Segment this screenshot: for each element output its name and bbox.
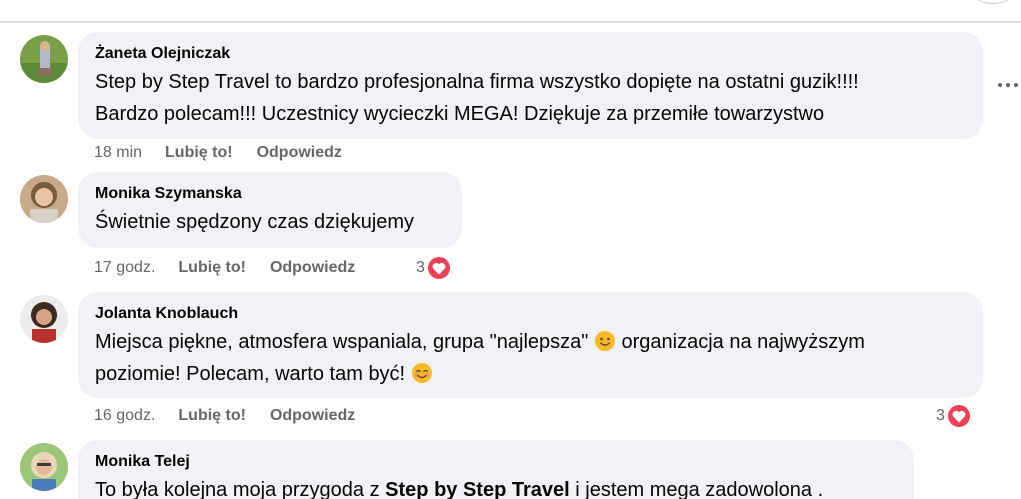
heart-reaction-icon [945, 403, 972, 429]
comment-text: Miejsca piękne, atmosfera wspaniala, gru… [95, 331, 589, 353]
comment-bubble: Monika Szymanska Świetnie spędzony czas … [78, 172, 462, 248]
comment-timestamp[interactable]: 18 min [94, 144, 142, 162]
comment-text-line: To była kolejna moja przygoda z Step by … [95, 474, 897, 499]
reply-button[interactable]: Odpowiedz [270, 259, 355, 277]
smiling-eyes-emoji [411, 363, 432, 383]
comment-text-line: Bardzo polecam!!! Uczestnicy wycieczki M… [95, 103, 825, 125]
like-button[interactable]: Lubię to! [178, 407, 246, 425]
comment-text-line: Świetnie spędzony czas dziękujemy [95, 211, 415, 233]
comment-author[interactable]: Monika Szymanska [95, 182, 445, 206]
reaction-count: 3 [416, 259, 425, 276]
comment-author[interactable]: Monika Telej [95, 450, 897, 474]
avatar[interactable] [20, 175, 68, 223]
reply-button[interactable]: Odpowiedz [270, 407, 355, 425]
comment-text: organizacja na najwyższym [621, 331, 865, 353]
page-mention-link[interactable]: Step by Step Travel [385, 479, 570, 499]
more-horizontal-icon[interactable] [998, 80, 1021, 90]
reaction-summary[interactable]: 3 [936, 403, 972, 429]
comment-text-line: Miejsca piękne, atmosfera wspaniala, gru… [95, 326, 966, 358]
avatar[interactable] [20, 443, 68, 491]
slightly-smiling-emoji [594, 331, 615, 351]
comment-actions: 17 godz. Lubię to! Odpowiedz [94, 258, 355, 278]
comment-author[interactable]: Żaneta Olejniczak [95, 42, 966, 66]
comment-author[interactable]: Jolanta Knoblauch [95, 302, 966, 326]
comment-text: i jestem mega zadowolona . [575, 479, 824, 499]
like-button[interactable]: Lubię to! [178, 259, 246, 277]
heart-reaction-icon [425, 255, 452, 281]
like-button[interactable]: Lubię to! [165, 144, 233, 162]
comment-bubble: Monika Telej To była kolejna moja przygo… [78, 440, 914, 499]
comment-bubble: Jolanta Knoblauch Miejsca piękne, atmosf… [78, 292, 983, 398]
avatar[interactable] [20, 35, 68, 83]
comment-bubble: Żaneta Olejniczak Step by Step Travel to… [78, 32, 983, 139]
avatar[interactable] [20, 295, 68, 343]
comment-text: To była kolejna moja przygoda z [95, 479, 380, 499]
reaction-summary[interactable]: 3 [416, 255, 452, 281]
reaction-count: 3 [936, 407, 945, 424]
reply-button[interactable]: Odpowiedz [257, 144, 342, 162]
top-right-control[interactable] [973, 0, 1013, 4]
comment-actions: 16 godz. Lubię to! Odpowiedz [94, 406, 355, 426]
comment-timestamp[interactable]: 17 godz. [94, 259, 155, 277]
comment-text-line: poziomie! Polecam, warto tam być! [95, 358, 966, 390]
top-divider [0, 21, 1021, 23]
comment-actions: 18 min Lubię to! Odpowiedz [94, 143, 342, 163]
comment-text-line: Step by Step Travel to bardzo profesjona… [95, 71, 859, 93]
comment-text: poziomie! Polecam, warto tam być! [95, 363, 406, 385]
comment-timestamp[interactable]: 16 godz. [94, 407, 155, 425]
